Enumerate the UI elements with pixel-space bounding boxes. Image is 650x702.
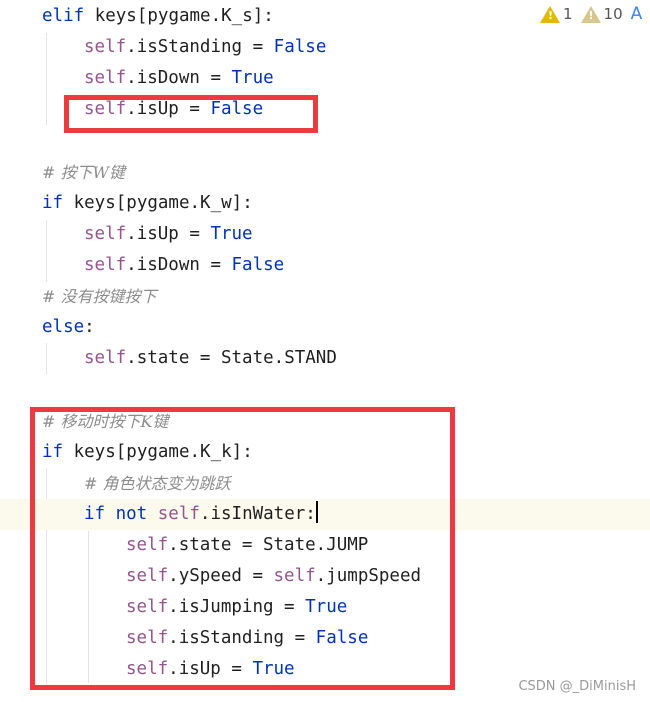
code-line[interactable]: self.isStanding = False [0, 32, 650, 63]
code-line[interactable]: if keys[pygame.K_w]: [0, 188, 650, 219]
code-line[interactable]: self.state = State.STAND [0, 343, 650, 374]
code-comment-line[interactable]: # 没有按键按下 [0, 281, 650, 312]
code-line[interactable]: else: [0, 312, 650, 343]
code-line[interactable]: self.isUp = True [0, 219, 650, 250]
annotation-box-jump-block [30, 407, 455, 690]
code-line[interactable]: elif keys[pygame.K_s]: [0, 1, 650, 32]
watermark: CSDN @_DiMinisH [518, 679, 636, 694]
code-editor[interactable]: ! 1 ! 10 A elif keys[pygame.K_s]: self.i… [0, 0, 650, 702]
code-line[interactable]: self.isDown = False [0, 250, 650, 281]
annotation-box-isup [64, 95, 318, 133]
code-line[interactable]: self.isDown = True [0, 63, 650, 94]
code-comment-line[interactable]: # 按下W键 [0, 157, 650, 188]
